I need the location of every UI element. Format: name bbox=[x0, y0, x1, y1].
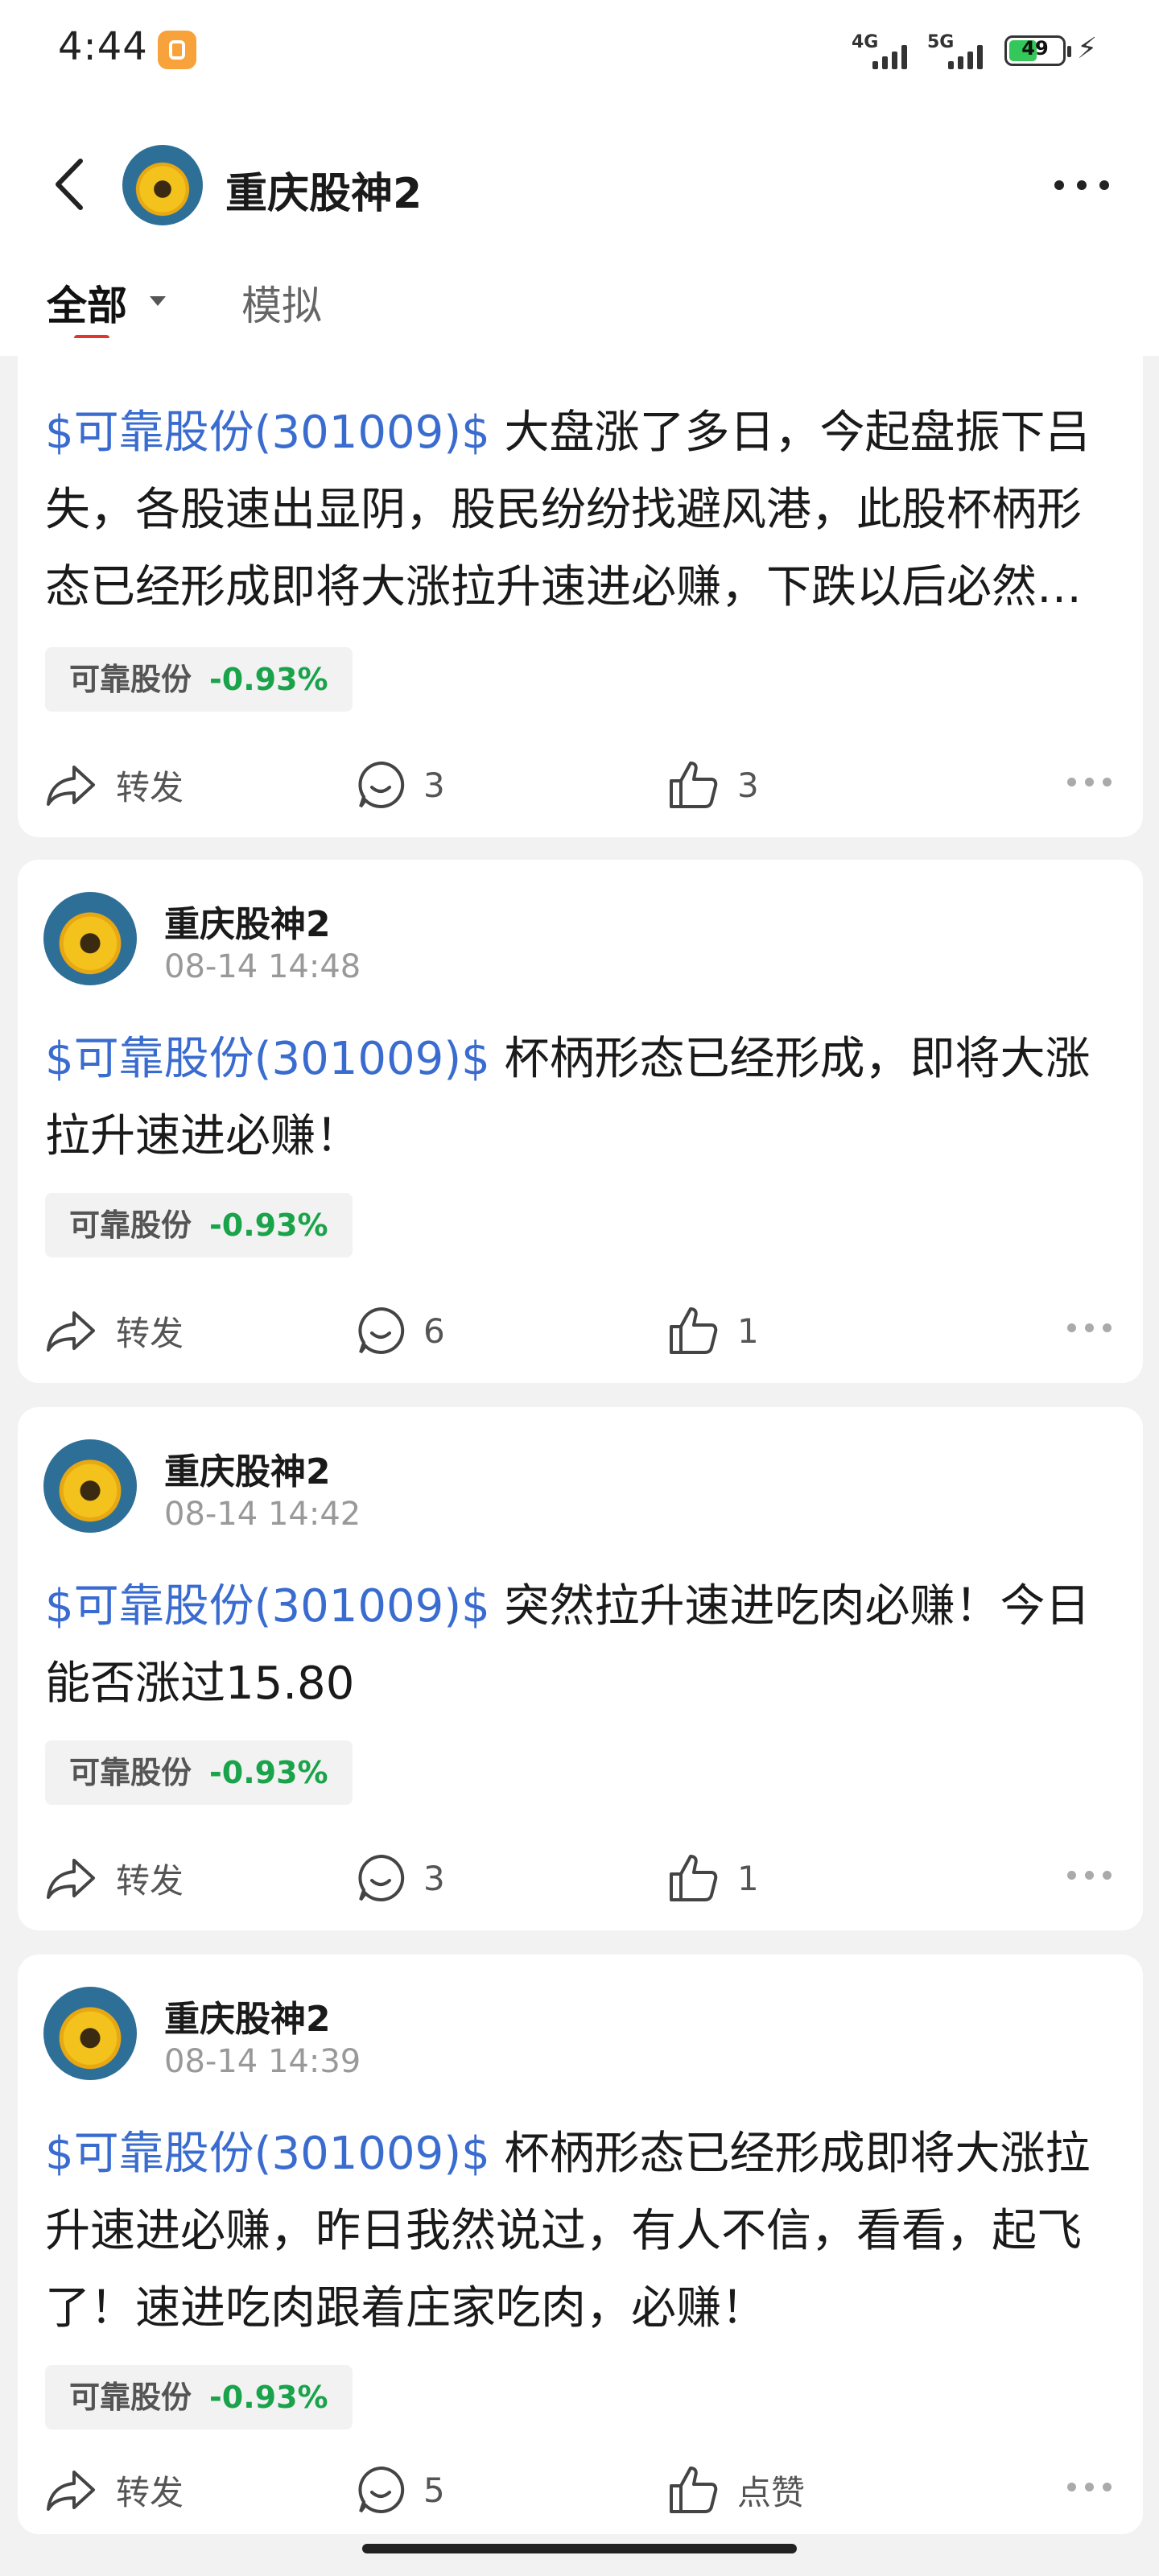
comment-count: 3 bbox=[423, 1858, 445, 1898]
stock-tag-change: -0.93% bbox=[209, 1755, 328, 1790]
battery-icon: 49 bbox=[1004, 35, 1071, 66]
share-icon bbox=[47, 766, 95, 806]
repost-label: 转发 bbox=[116, 1313, 184, 1353]
stock-link[interactable]: $可靠股份(301009)$ bbox=[45, 407, 490, 459]
signal-4g-icon bbox=[872, 42, 907, 69]
comment-count: 5 bbox=[423, 2470, 445, 2510]
repost-button[interactable]: 转发 bbox=[45, 1294, 184, 1367]
post-card[interactable]: 重庆股神2 08-14 14:48 $可靠股份(301009)$ 杯柄形态已经形… bbox=[18, 860, 1143, 1383]
comment-icon bbox=[358, 1854, 405, 1901]
post-header: 重庆股神2 08-14 14:39 bbox=[43, 1987, 687, 2083]
page-title: 重庆股神2 bbox=[225, 170, 423, 218]
charging-icon: ⚡ bbox=[1077, 32, 1098, 65]
like-count: 3 bbox=[737, 765, 759, 805]
stock-tag[interactable]: 可靠股份 -0.93% bbox=[45, 1740, 353, 1805]
comment-icon bbox=[358, 1307, 405, 1354]
avatar[interactable] bbox=[122, 145, 203, 225]
post-content[interactable]: $可靠股份(301009)$ 杯柄形态已经形成，即将大涨拉升速进必赚！ bbox=[45, 1021, 1124, 1175]
repost-button[interactable]: 转发 bbox=[45, 749, 184, 821]
like-count: 1 bbox=[737, 1311, 759, 1351]
author-name[interactable]: 重庆股神2 bbox=[164, 895, 331, 947]
comment-count: 3 bbox=[423, 765, 445, 805]
post-header: 重庆股神2 08-14 14:48 bbox=[43, 892, 687, 989]
thumbs-up-icon bbox=[670, 2467, 718, 2513]
share-icon bbox=[47, 1859, 95, 1899]
comment-icon bbox=[358, 2466, 405, 2513]
comment-count: 6 bbox=[423, 1311, 445, 1351]
stock-tag-change: -0.93% bbox=[209, 662, 328, 697]
status-bar: 4:44 4G 5G 49 ⚡ bbox=[0, 0, 1159, 105]
post-header: 重庆股神2 08-14 14:42 bbox=[43, 1439, 687, 1536]
author-name[interactable]: 重庆股神2 bbox=[164, 1443, 331, 1494]
like-button[interactable]: 1 bbox=[668, 1294, 759, 1367]
stock-tag[interactable]: 可靠股份 -0.93% bbox=[45, 2365, 353, 2429]
thumbs-up-icon bbox=[670, 1855, 718, 1901]
battery-level: 49 bbox=[1021, 37, 1049, 60]
post-content[interactable]: $可靠股份(301009)$ 杯柄形态已经形成即将大涨拉升速进必赚，昨日我然说过… bbox=[45, 2116, 1124, 2347]
chevron-left-icon bbox=[56, 159, 83, 210]
avatar[interactable] bbox=[43, 892, 137, 985]
repost-label: 转发 bbox=[116, 1860, 184, 1901]
stock-tag[interactable]: 可靠股份 -0.93% bbox=[45, 1193, 353, 1257]
post-content[interactable]: $可靠股份(301009)$ 大盘涨了多日，今起盘振下吕失，各股速出显阴，股民纷… bbox=[45, 394, 1124, 626]
repost-button[interactable]: 转发 bbox=[45, 1842, 184, 1914]
avatar[interactable] bbox=[43, 1987, 137, 2080]
comment-button[interactable]: 3 bbox=[356, 1842, 445, 1914]
post-actions: 转发 3 3 bbox=[45, 749, 1124, 821]
stock-tag[interactable]: 可靠股份 -0.93% bbox=[45, 647, 353, 712]
post-more-button[interactable] bbox=[1067, 2483, 1116, 2494]
repost-label: 转发 bbox=[116, 767, 184, 807]
stock-tag-name: 可靠股份 bbox=[69, 2380, 192, 2415]
comment-button[interactable]: 5 bbox=[356, 2454, 445, 2526]
author-name[interactable]: 重庆股神2 bbox=[164, 1990, 331, 2041]
stock-tag-change: -0.93% bbox=[209, 2380, 328, 2415]
tab-all[interactable]: 全部 bbox=[47, 274, 127, 332]
post-more-button[interactable] bbox=[1067, 778, 1116, 789]
post-actions: 转发 5 点赞 bbox=[45, 2454, 1124, 2526]
thumbs-up-icon bbox=[670, 762, 718, 808]
post-date: 08-14 14:39 bbox=[164, 2043, 361, 2080]
stock-tag-name: 可靠股份 bbox=[69, 1755, 192, 1790]
post-more-button[interactable] bbox=[1067, 1871, 1116, 1882]
post-card[interactable]: 重庆股神2 08-14 14:39 $可靠股份(301009)$ 杯柄形态已经形… bbox=[18, 1955, 1143, 2534]
thumbs-up-icon bbox=[670, 1307, 718, 1354]
post-actions: 转发 3 1 bbox=[45, 1842, 1124, 1914]
stock-link[interactable]: $可靠股份(301009)$ bbox=[45, 2128, 490, 2180]
post-date: 08-14 14:48 bbox=[164, 948, 361, 985]
post-card[interactable]: $可靠股份(301009)$ 大盘涨了多日，今起盘振下吕失，各股速出显阴，股民纷… bbox=[18, 338, 1143, 837]
post-actions: 转发 6 1 bbox=[45, 1294, 1124, 1367]
like-count: 1 bbox=[737, 1858, 759, 1898]
post-date: 08-14 14:42 bbox=[164, 1496, 361, 1533]
stock-link[interactable]: $可靠股份(301009)$ bbox=[45, 1580, 490, 1633]
stock-tag-name: 可靠股份 bbox=[69, 1208, 192, 1243]
tab-simulated[interactable]: 模拟 bbox=[241, 274, 322, 332]
dropdown-caret-icon[interactable] bbox=[150, 296, 166, 306]
status-time: 4:44 bbox=[58, 24, 148, 69]
repost-button[interactable]: 转发 bbox=[45, 2454, 184, 2526]
like-label: 点赞 bbox=[737, 2472, 806, 2512]
like-button[interactable]: 3 bbox=[668, 749, 759, 821]
signal-5g-icon bbox=[948, 42, 983, 69]
avatar[interactable] bbox=[43, 1439, 137, 1533]
comment-icon bbox=[358, 761, 405, 808]
repost-label: 转发 bbox=[116, 2472, 184, 2512]
app-notification-icon bbox=[158, 31, 196, 69]
share-icon bbox=[47, 2471, 95, 2511]
post-card[interactable]: 重庆股神2 08-14 14:42 $可靠股份(301009)$ 突然拉升速进吃… bbox=[18, 1407, 1143, 1930]
share-icon bbox=[47, 1311, 95, 1352]
like-button[interactable]: 1 bbox=[668, 1842, 759, 1914]
stock-tag-name: 可靠股份 bbox=[69, 662, 192, 697]
comment-button[interactable]: 3 bbox=[356, 749, 445, 821]
post-more-button[interactable] bbox=[1067, 1323, 1116, 1335]
top-bar: 4:44 4G 5G 49 ⚡ 重庆股神2 全部 模拟 bbox=[0, 0, 1159, 356]
back-button[interactable] bbox=[48, 156, 97, 213]
page-header: 重庆股神2 bbox=[0, 137, 1159, 233]
home-indicator[interactable] bbox=[362, 2544, 797, 2553]
stock-tag-change: -0.93% bbox=[209, 1208, 328, 1243]
stock-link[interactable]: $可靠股份(301009)$ bbox=[45, 1033, 490, 1085]
like-button[interactable]: 点赞 bbox=[668, 2454, 805, 2526]
post-content[interactable]: $可靠股份(301009)$ 突然拉升速进吃肉必赚！今日能否涨过15.80 bbox=[45, 1568, 1124, 1723]
comment-button[interactable]: 6 bbox=[356, 1294, 445, 1367]
more-options-button[interactable] bbox=[1046, 161, 1119, 209]
